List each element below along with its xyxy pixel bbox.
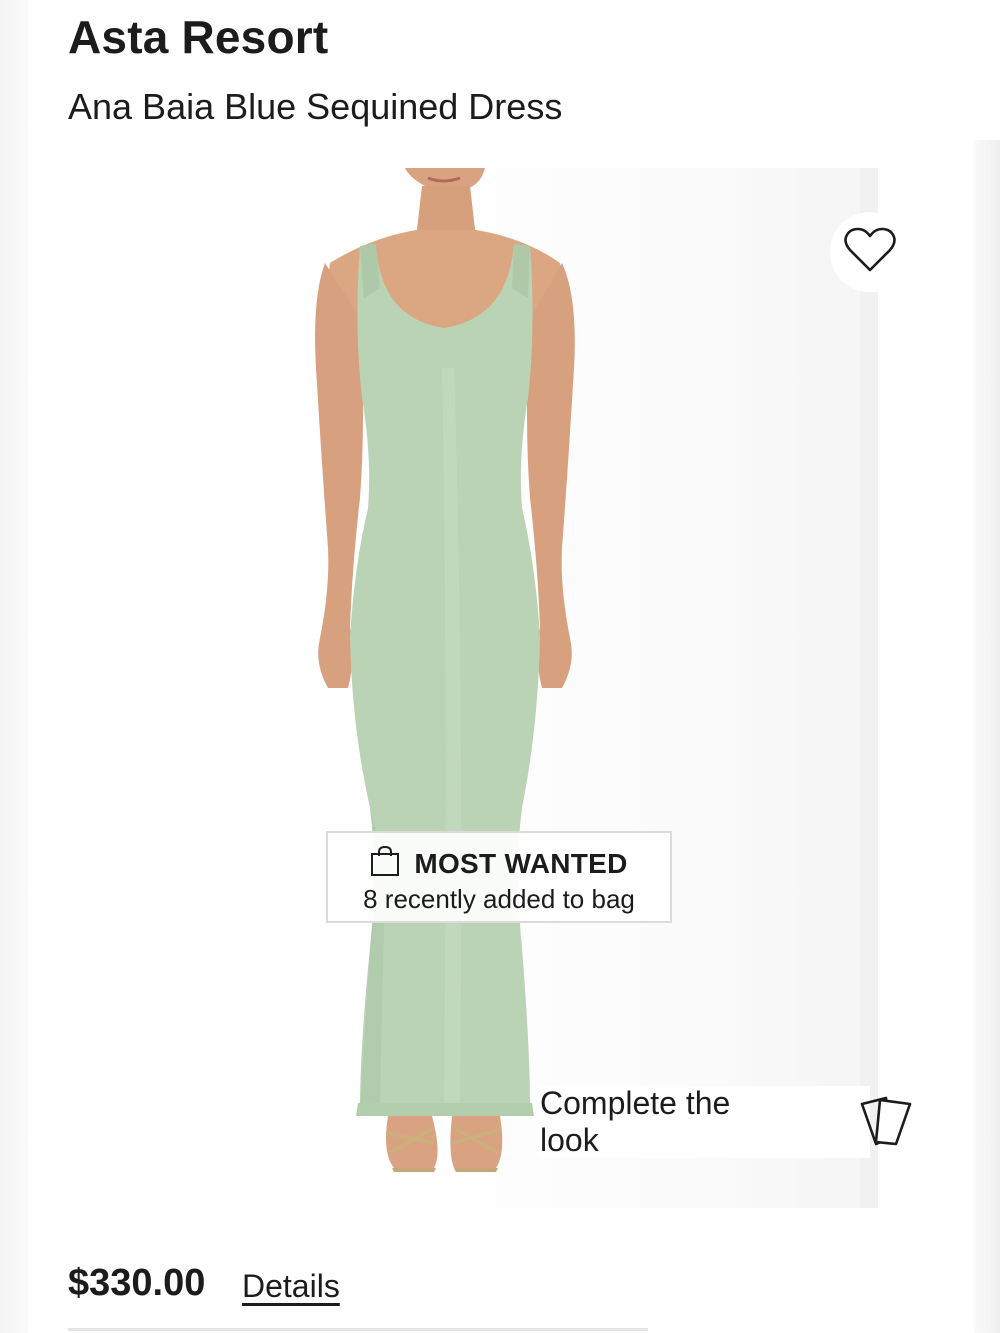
details-link[interactable]: Details: [242, 1268, 340, 1305]
most-wanted-badge: MOST WANTED 8 recently added to bag: [326, 831, 672, 923]
product-title: Ana Baia Blue Sequined Dress: [68, 86, 563, 127]
heart-icon: [844, 227, 896, 278]
product-image[interactable]: MOST WANTED 8 recently added to bag: [30, 168, 878, 1208]
model-photo: [315, 168, 575, 1172]
wishlist-button[interactable]: [830, 212, 910, 292]
brand-name[interactable]: Asta Resort: [68, 10, 328, 64]
divider: [68, 1328, 648, 1331]
product-price: $330.00: [68, 1262, 206, 1304]
complete-the-look-label: Complete the look: [540, 1085, 731, 1158]
complete-the-look-button[interactable]: Complete the look: [540, 1085, 870, 1158]
cards-icon: [856, 1094, 916, 1155]
page-edge-left: [0, 0, 28, 1333]
shopping-bag-icon: [370, 845, 400, 882]
badge-subtitle: 8 recently added to bag: [363, 884, 635, 914]
page-edge-right: [974, 140, 1000, 1333]
badge-title: MOST WANTED: [414, 847, 628, 879]
